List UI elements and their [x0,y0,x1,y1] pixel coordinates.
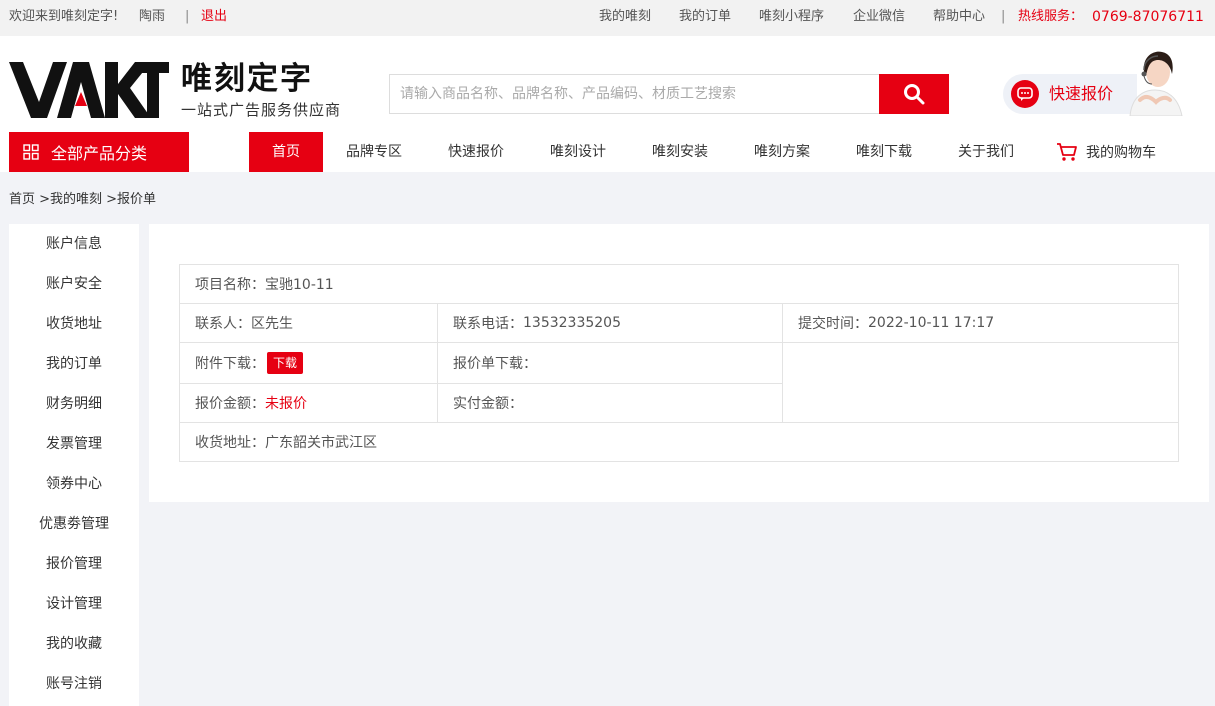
search-button[interactable] [879,74,949,114]
submit-time-value: 2022-10-11 17:17 [868,315,995,331]
brand-subtitle: 一站式广告服务供应商 [181,101,342,119]
paid-amount-label: 实付金额： [453,396,523,412]
logout-link[interactable]: 退出 [201,0,227,36]
paid-amount-cell: 实付金额： [438,384,783,423]
nav-item-about[interactable]: 关于我们 [946,132,1026,172]
quote-amount-cell: 报价金额： 未报价 [180,384,438,423]
separator: | [1001,9,1006,24]
quote-amount-value: 未报价 [265,396,307,412]
chat-icon [1011,80,1039,108]
nav-item-install[interactable]: 唯刻安装 [640,132,720,172]
search-icon [904,84,925,105]
top-link-my-vakt[interactable]: 我的唯刻 [599,0,651,36]
logo[interactable] [9,62,169,118]
attachment-cell: 附件下载： 下载 [180,343,438,384]
contact-cell: 联系人： 区先生 [180,304,438,343]
top-link-help[interactable]: 帮助中心 [933,0,985,36]
username-link[interactable]: 陶雨 [139,0,165,36]
all-categories-button[interactable]: 全部产品分类 [9,132,189,172]
sidebar-item-account-info[interactable]: 账户信息 [9,224,139,264]
hotline-number: 0769-87076711 [1092,9,1204,25]
sidebar-item-coupon-management[interactable]: 优惠劵管理 [9,504,139,544]
attachment-download-button[interactable]: 下载 [267,352,304,374]
nav-item-download[interactable]: 唯刻下载 [844,132,924,172]
cart-icon [1057,143,1077,161]
sidebar-item-account-security[interactable]: 账户安全 [9,264,139,304]
sidebar-item-invoices[interactable]: 发票管理 [9,424,139,464]
submit-time-cell: 提交时间： 2022-10-11 17:17 [783,304,1178,343]
contact-label: 联系人： [195,316,251,332]
sidebar-item-my-orders[interactable]: 我的订单 [9,344,139,384]
address-cell: 收货地址： 广东韶关市武江区 [180,423,1178,461]
cart-label: 我的购物车 [1086,145,1156,161]
brand-title: 唯刻定字 [181,61,313,97]
header: 唯刻定字 一站式广告服务供应商 快速报价 [0,36,1215,172]
sidebar-item-delete-account[interactable]: 账号注销 [9,664,139,704]
quick-quote-button[interactable]: 快速报价 [1003,74,1137,114]
address-label: 收货地址： [195,435,265,451]
welcome-text: 欢迎来到唯刻定字! [9,9,119,24]
quote-detail-table: 项目名称： 宝驰10-11 联系人： 区先生 联系电话： 13532335205… [179,264,1179,462]
sidebar-item-favorites[interactable]: 我的收藏 [9,624,139,664]
quote-amount-label: 报价金额： [195,396,265,412]
contact-value: 区先生 [251,316,293,332]
cart-link[interactable]: 我的购物车 [1056,132,1156,172]
quote-download-label: 报价单下载： [453,356,537,372]
separator: | [185,9,190,24]
project-name-value: 宝驰10-11 [265,277,334,293]
breadcrumb: 首页 >我的唯刻 >报价单 [9,192,157,207]
nav-item-solutions[interactable]: 唯刻方案 [742,132,822,172]
phone-cell: 联系电话： 13532335205 [438,304,783,343]
address-value: 广东韶关市武江区 [265,435,377,451]
submit-time-label: 提交时间： [798,316,868,332]
sidebar-item-finance[interactable]: 财务明细 [9,384,139,424]
sidebar-item-quote-management[interactable]: 报价管理 [9,544,139,584]
top-link-my-orders[interactable]: 我的订单 [679,0,731,36]
quick-quote-label: 快速报价 [1049,84,1114,103]
top-bar: 欢迎来到唯刻定字! 陶雨 | 退出 我的唯刻 我的订单 唯刻小程序 企业微信 帮… [0,0,1215,36]
nav-item-home[interactable]: 首页 [249,132,323,172]
grid-icon [23,144,39,160]
nav-item-design[interactable]: 唯刻设计 [538,132,618,172]
sidebar: 账户信息 账户安全 收货地址 我的订单 财务明细 发票管理 领券中心 优惠劵管理… [9,224,139,706]
top-link-wecom[interactable]: 企业微信 [853,0,905,36]
sidebar-item-design-management[interactable]: 设计管理 [9,584,139,624]
all-categories-label: 全部产品分类 [51,144,148,163]
vakt-logo-icon [9,62,169,118]
project-name-cell: 项目名称： 宝驰10-11 [180,265,1178,304]
attachment-label: 附件下载： [195,356,265,372]
phone-value: 13532335205 [523,315,621,331]
sidebar-item-coupon-center[interactable]: 领券中心 [9,464,139,504]
customer-service-avatar-icon [1129,51,1183,116]
nav-item-quick-quote[interactable]: 快速报价 [436,132,516,172]
phone-label: 联系电话： [453,316,523,332]
nav-item-brands[interactable]: 品牌专区 [334,132,414,172]
quote-detail-panel: 项目名称： 宝驰10-11 联系人： 区先生 联系电话： 13532335205… [149,224,1209,502]
empty-cell [783,343,1178,423]
hotline-label: 热线服务： [1018,9,1084,24]
quote-download-cell: 报价单下载： [438,343,783,384]
top-link-mini-program[interactable]: 唯刻小程序 [759,0,824,36]
sidebar-item-shipping-address[interactable]: 收货地址 [9,304,139,344]
search-input[interactable] [389,74,880,114]
project-name-label: 项目名称： [195,277,265,293]
